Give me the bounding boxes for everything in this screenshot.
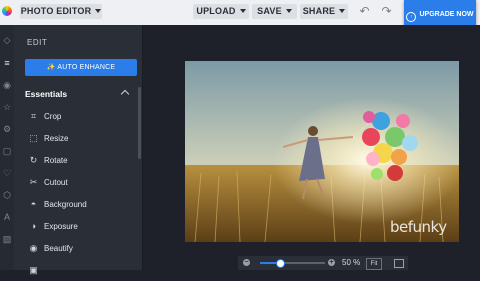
menu-item-label: Beautify [44,244,73,253]
zoom-percentage: 50 % [342,258,361,267]
share-button[interactable]: SHARE [300,4,348,19]
zoom-in-icon[interactable]: + [328,259,335,266]
tool-rail: ◇ ≡ ◉ ☆ ⚙ ▢ ♡ ⬡ A ▧ [0,25,14,270]
panel-title: EDIT [27,38,48,47]
chevron-down-icon [239,9,246,13]
chevron-down-icon [339,9,346,13]
zoom-out-icon[interactable]: − [243,259,250,266]
menu-item-resize[interactable]: ⬚ Resize [14,129,138,149]
fit-button[interactable]: Fit [366,258,382,270]
menu-item-icon: ▣ [29,265,38,275]
rotate-icon: ↻ [29,155,38,165]
essentials-label: Essentials [25,89,68,99]
auto-enhance-button[interactable]: ✨ AUTO ENHANCE [25,59,137,76]
text-icon[interactable]: A [2,212,12,222]
menu-item-partial[interactable]: ▣ [14,261,138,281]
redo-icon[interactable]: ↷ [377,4,396,19]
menu-item-cutout[interactable]: ✂ Cutout [14,173,138,193]
upgrade-label: UPGRADE NOW [419,11,474,18]
background-icon: ◓ [30,199,37,209]
menu-item-crop[interactable]: ⌗ Crop [14,107,138,127]
heart-icon[interactable]: ♡ [2,168,12,178]
save-label: SAVE [257,6,282,16]
zoom-bar: − + 50 % Fit [238,256,408,270]
menu-item-rotate[interactable]: ↻ Rotate [14,151,138,171]
upload-button[interactable]: UPLOAD [193,4,249,19]
upgrade-icon: ↑ [406,12,417,22]
adjust-sliders-icon[interactable]: ≡ [2,58,12,68]
menu-item-background[interactable]: ◓ Background [14,195,138,215]
chevron-down-icon [285,9,292,13]
essentials-section-header[interactable]: Essentials [14,83,142,105]
chevron-down-icon [95,9,102,13]
texture-icon[interactable]: ▧ [2,234,12,244]
panel-scrollbar[interactable] [138,87,141,159]
zoom-slider-handle[interactable] [276,259,285,268]
layers-icon[interactable]: ◇ [2,35,12,45]
menu-item-label: Rotate [44,156,68,165]
menu-item-label: Crop [44,112,62,121]
zoom-slider[interactable] [260,259,325,268]
fullscreen-icon[interactable] [394,259,404,268]
chevron-up-icon [120,89,130,99]
gear-icon[interactable]: ⚙ [2,124,12,134]
menu-item-label: Resize [44,134,69,143]
upload-label: UPLOAD [196,6,236,16]
menu-item-label: Background [44,200,87,209]
photo-editor-menu-label: PHOTO EDITOR [20,6,92,16]
frame-icon[interactable]: ▢ [2,146,12,156]
photo-editor-menu[interactable]: PHOTO EDITOR [20,4,102,19]
share-label: SHARE [302,6,336,16]
eye-icon[interactable]: ◉ [2,80,12,90]
undo-icon[interactable]: ↶ [355,4,374,19]
exposure-icon: ◑ [30,221,37,231]
hexagon-icon[interactable]: ⬡ [2,190,12,200]
auto-enhance-label: AUTO ENHANCE [57,64,116,71]
save-button[interactable]: SAVE [252,4,297,19]
photo-preview[interactable] [185,61,459,242]
crop-icon: ⌗ [30,111,37,121]
resize-icon: ⬚ [29,133,38,143]
beautify-icon: ◉ [29,243,38,253]
edit-panel: EDIT ✨ AUTO ENHANCE Essentials ⌗ Crop ⬚ … [14,25,142,275]
menu-item-label: Exposure [44,222,78,231]
magic-wand-icon: ✨ [46,64,56,71]
menu-item-label: Cutout [44,178,68,187]
befunky-watermark: befunky [390,218,447,236]
menu-item-exposure[interactable]: ◑ Exposure [14,217,138,237]
star-icon[interactable]: ☆ [2,102,12,112]
menu-item-beautify[interactable]: ◉ Beautify [14,239,138,259]
scissors-icon: ✂ [29,177,38,187]
app-logo-icon[interactable] [2,6,12,16]
